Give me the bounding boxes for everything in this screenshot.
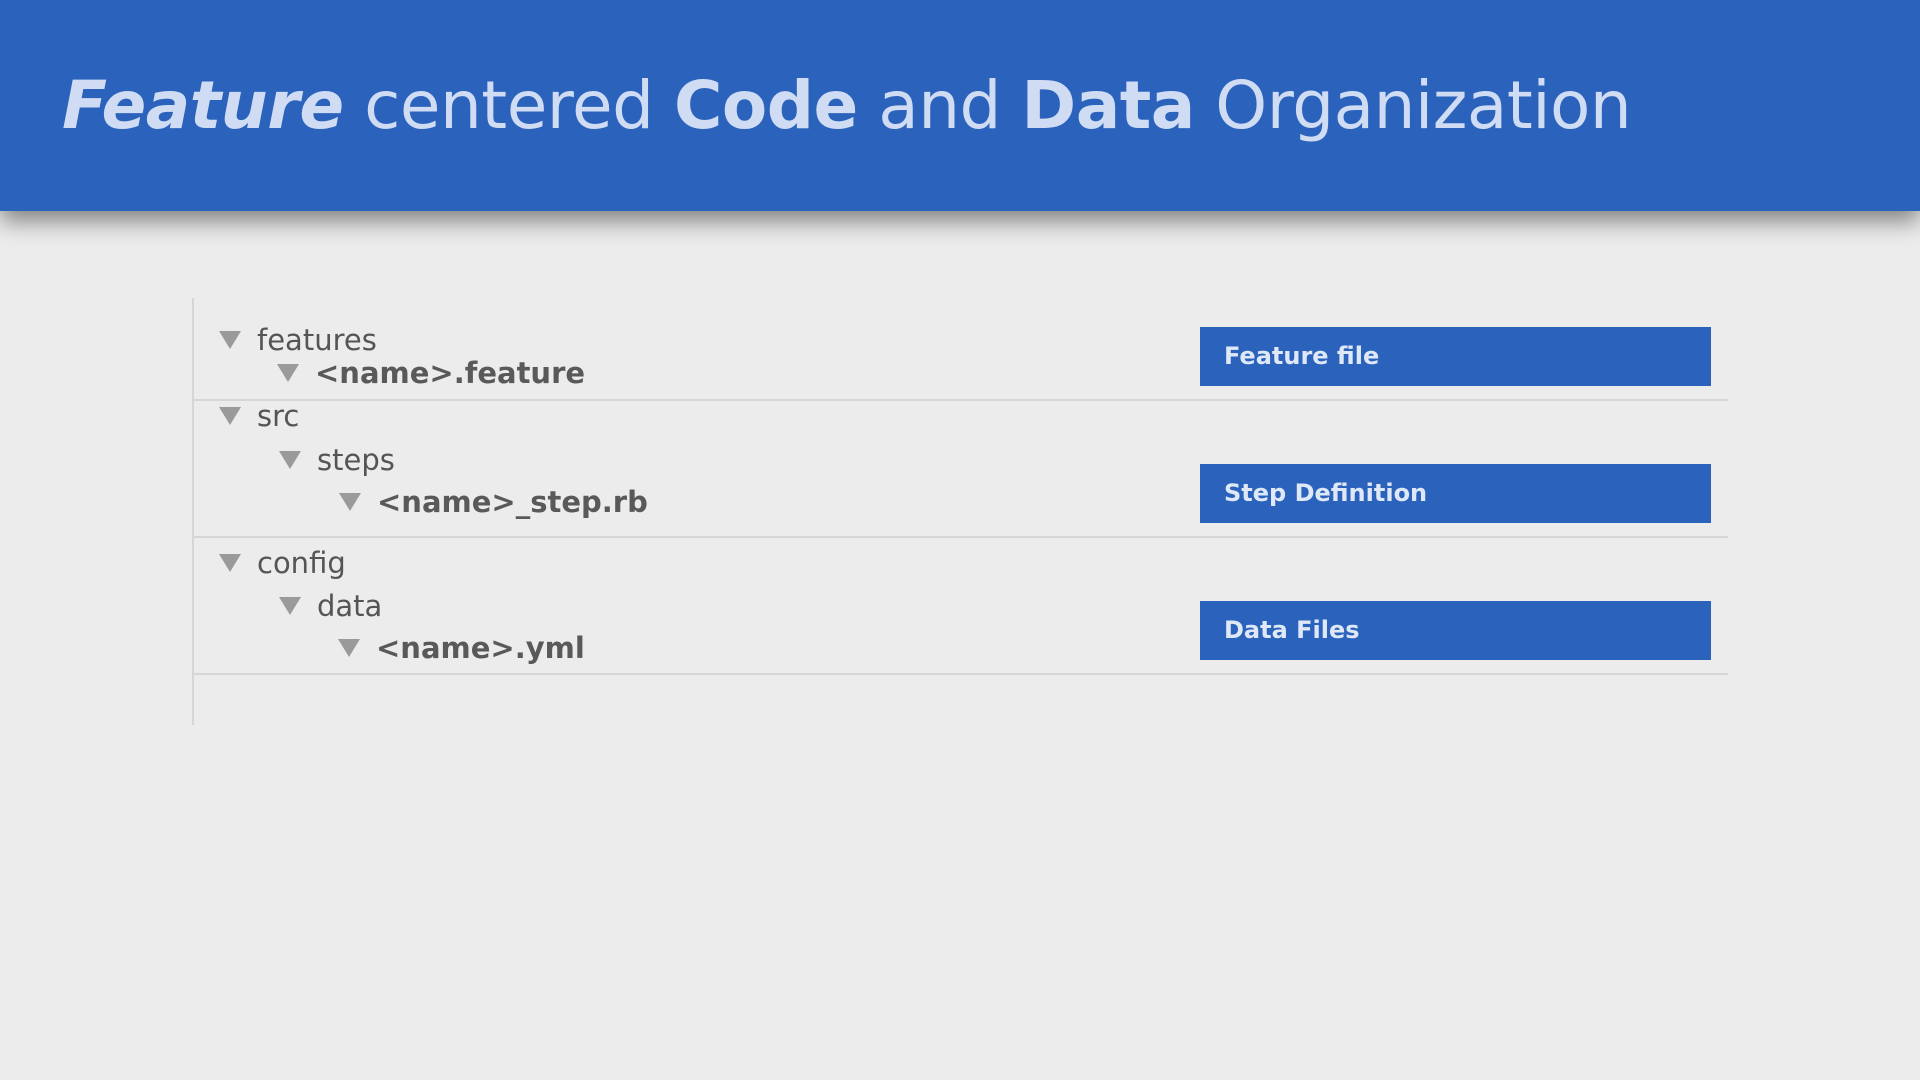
title-text-segment: and (857, 67, 1022, 144)
title-data-word: Data (1021, 67, 1195, 144)
section-divider (192, 399, 1728, 401)
triangle-down-icon (219, 554, 241, 572)
section-divider (192, 673, 1728, 675)
title-code-word: Code (673, 67, 858, 144)
triangle-down-icon (338, 639, 360, 657)
step-definition-tag: Step Definition (1200, 464, 1711, 523)
triangle-down-icon (339, 493, 361, 511)
title-feature-word: Feature (62, 67, 344, 144)
tree-item-steps: steps (279, 442, 395, 478)
tree-item-data-file: <name>.yml (338, 630, 585, 666)
tree-item-label: features (257, 323, 377, 357)
tree-item-label: <name>.yml (376, 631, 585, 665)
triangle-down-icon (279, 451, 301, 469)
title-text-segment: Organization (1194, 67, 1632, 144)
tree-item-feature-file: <name>.feature (277, 355, 585, 391)
tree-vertical-divider (192, 298, 194, 725)
tree-item-src: src (219, 398, 299, 434)
title-text-segment: centered (343, 67, 674, 144)
section-divider (192, 536, 1728, 538)
tree-item-label: data (317, 589, 383, 623)
tree-item-label: <name>_step.rb (377, 485, 648, 519)
tree-item-label: <name>.feature (315, 356, 586, 390)
triangle-down-icon (219, 407, 241, 425)
tree-item-step-file: <name>_step.rb (339, 484, 648, 520)
triangle-down-icon (279, 597, 301, 615)
tree-item-label: config (257, 546, 346, 580)
tree-item-label: src (257, 399, 300, 433)
tree-item-features: features (219, 322, 377, 358)
triangle-down-icon (277, 364, 299, 382)
tree-item-label: steps (317, 443, 395, 477)
slide-header: Feature centered Code and Data Organizat… (0, 0, 1920, 211)
triangle-down-icon (219, 331, 241, 349)
feature-file-tag: Feature file (1200, 327, 1711, 386)
data-files-tag: Data Files (1200, 601, 1711, 660)
slide-title: Feature centered Code and Data Organizat… (62, 64, 1632, 148)
tree-item-data: data (279, 588, 382, 624)
tree-item-config: config (219, 545, 346, 581)
